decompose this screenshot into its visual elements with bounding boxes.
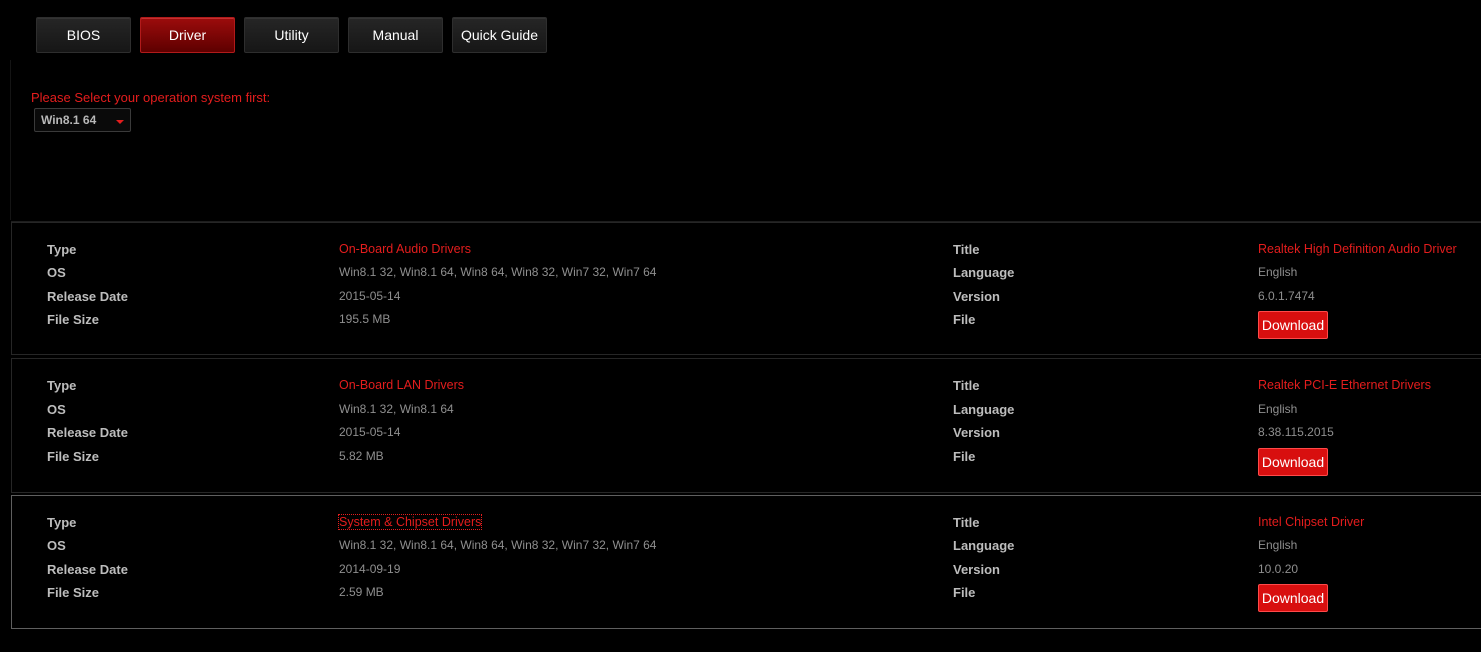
title-label: Title xyxy=(953,515,980,530)
os-label: OS xyxy=(47,265,66,280)
os-select-dropdown[interactable]: Win8.1 64 xyxy=(34,108,131,132)
os-select-value: Win8.1 64 xyxy=(41,113,97,127)
category-tabs: BIOS Driver Utility Manual Quick Guide xyxy=(36,17,556,53)
driver-version: 10.0.20 xyxy=(1258,562,1299,576)
driver-card: Type System & Chipset Drivers Title Inte… xyxy=(11,495,1481,629)
driver-download-page: BIOS Driver Utility Manual Quick Guide P… xyxy=(0,0,1481,652)
title-label: Title xyxy=(953,242,980,257)
release-date-label: Release Date xyxy=(47,289,128,304)
tab-quick-guide[interactable]: Quick Guide xyxy=(452,17,547,53)
caret-down-icon xyxy=(116,120,124,124)
download-button[interactable]: Download xyxy=(1258,311,1328,339)
driver-title: Realtek High Definition Audio Driver xyxy=(1258,242,1457,256)
title-label: Title xyxy=(953,378,980,393)
language-label: Language xyxy=(953,402,1015,417)
driver-card: Type On-Board LAN Drivers Title Realtek … xyxy=(11,358,1481,493)
left-divider xyxy=(10,60,11,220)
driver-version: 6.0.1.7474 xyxy=(1258,289,1315,303)
release-date-label: Release Date xyxy=(47,425,128,440)
driver-os: Win8.1 32, Win8.1 64, Win8 64, Win8 32, … xyxy=(339,538,657,552)
file-size-label: File Size xyxy=(47,585,100,600)
language-label: Language xyxy=(953,265,1015,280)
tab-driver[interactable]: Driver xyxy=(140,17,235,53)
driver-file-size: 5.82 MB xyxy=(339,449,384,463)
type-label: Type xyxy=(47,242,77,257)
os-label: OS xyxy=(47,402,66,417)
driver-os: Win8.1 32, Win8.1 64, Win8 64, Win8 32, … xyxy=(339,265,657,279)
driver-type-link[interactable]: System & Chipset Drivers xyxy=(337,514,483,530)
driver-release-date: 2015-05-14 xyxy=(339,425,401,439)
version-label: Version xyxy=(953,562,1000,577)
driver-file-size: 2.59 MB xyxy=(339,585,384,599)
driver-type-link[interactable]: On-Board LAN Drivers xyxy=(339,378,464,392)
driver-release-date: 2014-09-19 xyxy=(339,562,401,576)
driver-title: Intel Chipset Driver xyxy=(1258,515,1365,529)
file-label: File xyxy=(953,312,976,327)
tab-bios[interactable]: BIOS xyxy=(36,17,131,53)
file-size-label: File Size xyxy=(47,449,100,464)
driver-file-size: 195.5 MB xyxy=(339,312,391,326)
driver-card: Type On-Board Audio Drivers Title Realte… xyxy=(11,222,1481,355)
version-label: Version xyxy=(953,425,1000,440)
os-select-prompt: Please Select your operation system firs… xyxy=(31,90,271,105)
file-label: File xyxy=(953,585,976,600)
driver-release-date: 2015-05-14 xyxy=(339,289,401,303)
type-label: Type xyxy=(47,378,77,393)
os-label: OS xyxy=(47,538,66,553)
driver-language: English xyxy=(1258,402,1298,416)
file-label: File xyxy=(953,449,976,464)
file-size-label: File Size xyxy=(47,312,100,327)
driver-language: English xyxy=(1258,538,1298,552)
tab-manual[interactable]: Manual xyxy=(348,17,443,53)
release-date-label: Release Date xyxy=(47,562,128,577)
download-button[interactable]: Download xyxy=(1258,448,1328,476)
driver-language: English xyxy=(1258,265,1298,279)
driver-title: Realtek PCI-E Ethernet Drivers xyxy=(1258,378,1431,392)
version-label: Version xyxy=(953,289,1000,304)
driver-os: Win8.1 32, Win8.1 64 xyxy=(339,402,454,416)
driver-type-link[interactable]: On-Board Audio Drivers xyxy=(339,242,471,256)
driver-version: 8.38.115.2015 xyxy=(1258,425,1334,439)
download-button[interactable]: Download xyxy=(1258,584,1328,612)
language-label: Language xyxy=(953,538,1015,553)
type-label: Type xyxy=(47,515,77,530)
tab-utility[interactable]: Utility xyxy=(244,17,339,53)
